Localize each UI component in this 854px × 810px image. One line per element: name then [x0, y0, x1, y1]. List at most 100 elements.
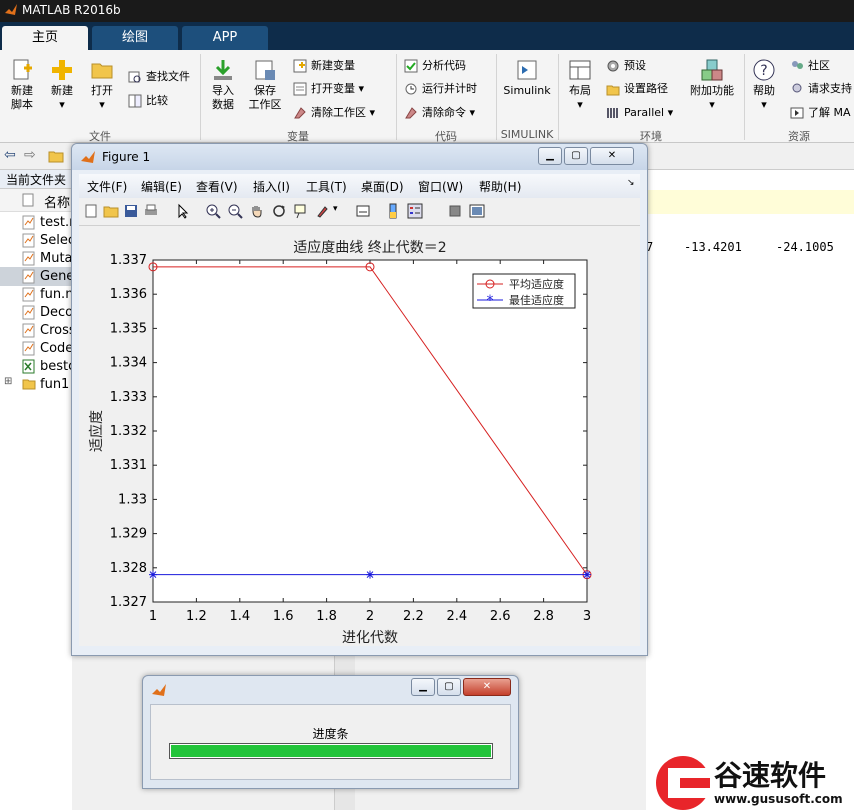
progress-bar-track: [169, 743, 493, 759]
menu-tools[interactable]: 工具(T): [306, 178, 347, 195]
menu-file[interactable]: 文件(F): [87, 178, 127, 195]
open-file-icon[interactable]: [103, 203, 119, 219]
file-item[interactable]: Selec: [40, 232, 75, 250]
hide-plot-tools-icon[interactable]: [447, 203, 463, 219]
preferences-button[interactable]: 预设: [606, 57, 646, 75]
maximize-button[interactable]: ▢: [437, 678, 461, 696]
pan-hand-icon[interactable]: [249, 203, 265, 219]
clear-workspace-icon: [294, 107, 306, 119]
find-files-button[interactable]: 查找文件: [128, 68, 190, 86]
save-icon[interactable]: [123, 203, 139, 219]
set-path-button[interactable]: 设置路径: [606, 80, 668, 98]
file-item[interactable]: Deco: [40, 304, 73, 322]
zoom-out-icon[interactable]: [227, 203, 243, 219]
colorbar-icon[interactable]: [385, 203, 401, 219]
chevron-down-icon: ▾: [761, 98, 767, 111]
learn-matlab-button[interactable]: 了解 MA: [790, 104, 851, 122]
import-data-button[interactable]: 导入 数据: [205, 58, 241, 112]
progress-dialog: ▁ ▢ ✕ 进度条: [142, 675, 519, 789]
figure-title-bar[interactable]: Figure 1 ▁ ▢ ✕: [72, 144, 647, 170]
new-button[interactable]: 新建 ▾: [44, 58, 80, 112]
show-plot-tools-icon[interactable]: [469, 203, 485, 219]
excel-file-icon: [22, 359, 35, 374]
open-button[interactable]: 打开 ▾: [84, 58, 120, 112]
menu-window[interactable]: 窗口(W): [418, 178, 463, 195]
clear-commands-icon: [405, 107, 417, 119]
layout-button[interactable]: 布局 ▾: [564, 58, 596, 112]
data-cursor-icon[interactable]: [293, 203, 309, 219]
y-tick-label: 1.333: [110, 390, 147, 405]
community-button[interactable]: 社区: [790, 57, 830, 75]
clear-workspace-button[interactable]: 清除工作区 ▾: [293, 104, 375, 122]
open-label: 打开: [91, 84, 113, 97]
menu-insert[interactable]: 插入(I): [253, 178, 290, 195]
menu-overflow-icon[interactable]: ↘: [627, 178, 635, 188]
m-file-icon: [22, 269, 35, 284]
clear-commands-button[interactable]: 清除命令 ▾: [404, 104, 475, 122]
column-header-name[interactable]: 名称: [0, 189, 72, 212]
link-plot-icon[interactable]: [355, 203, 371, 219]
chevron-down-icon[interactable]: ▾: [333, 204, 338, 214]
set-path-icon: [606, 85, 620, 96]
rotate-3d-icon[interactable]: [271, 203, 287, 219]
x-tick-label: 1.6: [273, 609, 294, 624]
minimize-button[interactable]: ▁: [411, 678, 435, 696]
file-item[interactable]: Code: [40, 340, 73, 358]
chevron-down-icon: ▾: [709, 98, 715, 111]
command-window[interactable]: 7 -13.4201 -24.1005: [646, 170, 854, 810]
y-tick-label: 1.331: [110, 458, 147, 473]
open-variable-button[interactable]: 打开变量 ▾: [293, 80, 364, 98]
save-workspace-button[interactable]: 保存 工作区: [244, 58, 286, 112]
help-button[interactable]: ? 帮助 ▾: [748, 58, 780, 112]
minimize-button[interactable]: ▁: [538, 147, 562, 165]
analyze-code-button[interactable]: 分析代码: [404, 57, 466, 75]
plus-icon: [52, 60, 72, 80]
new-variable-button[interactable]: 新建变量: [293, 57, 355, 75]
zoom-in-icon[interactable]: [205, 203, 221, 219]
file-item-selected[interactable]: Gene: [40, 268, 74, 286]
new-script-button[interactable]: 新建 脚本: [4, 58, 40, 112]
file-item[interactable]: Muta: [40, 250, 73, 268]
legend-marker-star: *: [487, 293, 494, 309]
save-workspace-icon: [255, 60, 275, 80]
tab-plots[interactable]: 绘图: [92, 26, 178, 50]
brush-icon[interactable]: [315, 203, 331, 219]
fitness-line-chart[interactable]: 1 1.2 1.4 1.6 1.8 2 2.2 2.4 2.6 2.8 3 1.327 1.328 1.3…: [79, 226, 640, 646]
parallel-button[interactable]: Parallel ▾: [606, 104, 673, 122]
maximize-button[interactable]: ▢: [564, 147, 588, 165]
new-figure-icon[interactable]: [83, 203, 99, 219]
menu-help[interactable]: 帮助(H): [479, 178, 521, 195]
compare-button[interactable]: 比较: [128, 92, 168, 110]
up-folder-icon[interactable]: [48, 148, 64, 164]
app-title: MATLAB R2016b: [22, 3, 121, 17]
save-label-1: 保存: [254, 84, 276, 97]
back-arrow-icon[interactable]: ⇦: [4, 147, 16, 163]
addons-button[interactable]: 附加功能 ▾: [686, 58, 738, 112]
tab-home[interactable]: 主页: [2, 26, 88, 50]
run-and-time-icon: [405, 83, 417, 95]
legend-icon[interactable]: [407, 203, 423, 219]
close-button[interactable]: ✕: [463, 678, 511, 696]
folder-item[interactable]: fun1: [40, 376, 69, 394]
forward-arrow-icon[interactable]: ⇨: [24, 147, 36, 163]
file-item[interactable]: bestc: [40, 358, 75, 376]
ribbon-tab-bar: 主页 绘图 APP: [0, 22, 854, 50]
watermark-url: www.gususoft.com: [714, 792, 843, 806]
run-and-time-button[interactable]: 运行并计时: [404, 80, 477, 98]
menu-edit[interactable]: 编辑(E): [141, 178, 182, 195]
community-icon: [792, 61, 803, 69]
m-file-icon: [22, 323, 35, 338]
close-button[interactable]: ✕: [590, 147, 634, 165]
menu-desktop[interactable]: 桌面(D): [361, 178, 404, 195]
preferences-label: 预设: [624, 59, 646, 72]
simulink-button[interactable]: Simulink: [502, 58, 552, 98]
request-support-button[interactable]: 请求支持: [790, 80, 852, 98]
cursor-arrow-icon[interactable]: [175, 203, 191, 219]
print-icon[interactable]: [143, 203, 159, 219]
tab-apps[interactable]: APP: [182, 26, 268, 50]
expand-plus-icon[interactable]: ⊞: [4, 376, 12, 387]
run-and-time-label: 运行并计时: [422, 82, 477, 95]
learn-matlab-label: 了解 MA: [808, 106, 851, 119]
menu-view[interactable]: 查看(V): [196, 178, 238, 195]
output-value: -24.1005: [776, 240, 834, 254]
